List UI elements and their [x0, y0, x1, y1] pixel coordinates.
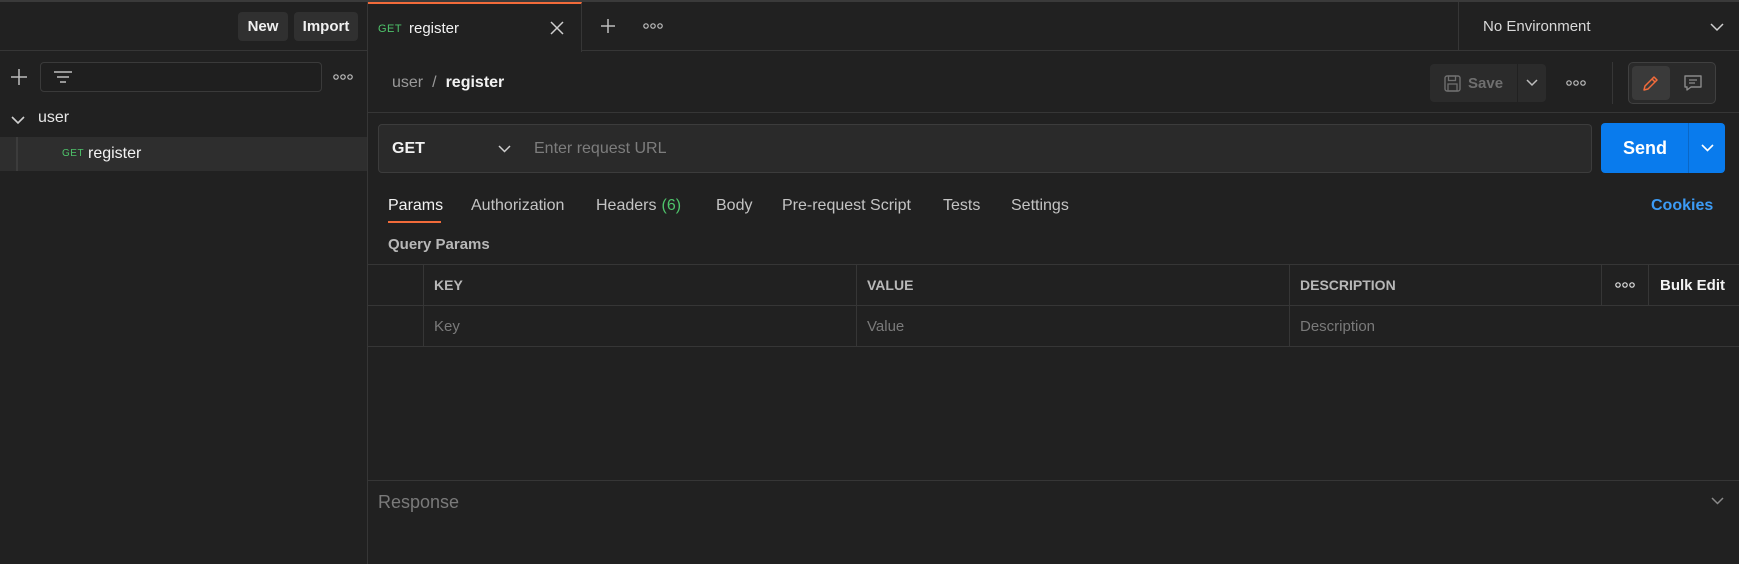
chevron-down-icon [497, 143, 511, 155]
breadcrumb-current: register [445, 74, 505, 91]
save-button[interactable]: Save [1430, 64, 1517, 102]
save-dropdown-button[interactable] [1518, 64, 1546, 102]
active-tab-indicator [388, 221, 441, 223]
query-params-title: Query Params [388, 235, 490, 253]
tree-item-label: register [88, 145, 142, 162]
chevron-down-icon [10, 112, 26, 128]
tab-settings[interactable]: Settings [1011, 192, 1069, 220]
tab-tests[interactable]: Tests [943, 192, 980, 220]
breadcrumb: user / register [392, 72, 504, 94]
table-column-divider [1648, 264, 1649, 305]
save-label: Save [1468, 74, 1504, 92]
tree-indent-guide [16, 137, 18, 171]
import-button[interactable]: Import [294, 12, 358, 41]
bulk-edit-button[interactable]: Bulk Edit [1660, 265, 1725, 305]
column-header-description: DESCRIPTION [1300, 277, 1396, 293]
tab-authorization[interactable]: Authorization [471, 192, 564, 220]
environment-select[interactable]: No Environment [1458, 2, 1739, 51]
edit-mode-button[interactable] [1632, 66, 1670, 100]
method-tag: GET [378, 23, 403, 35]
method-tag: GET [62, 148, 85, 159]
sidebar-more-icon[interactable] [330, 66, 356, 88]
table-column-divider [856, 264, 857, 347]
breadcrumb-parent[interactable]: user [392, 74, 423, 92]
breadcrumb-separator: / [432, 74, 437, 91]
send-dropdown-button[interactable] [1688, 123, 1725, 173]
tab-headers[interactable]: Headers (6) [596, 192, 681, 220]
new-tab-icon[interactable] [596, 14, 620, 38]
tab-label: register [409, 20, 460, 37]
filter-input[interactable] [40, 62, 322, 92]
cookies-link[interactable]: Cookies [1651, 192, 1713, 220]
pencil-icon [1643, 76, 1658, 91]
comment-icon [1684, 75, 1702, 91]
chevron-down-icon[interactable] [1708, 494, 1726, 508]
column-header-value: VALUE [867, 277, 914, 293]
close-icon[interactable] [548, 19, 566, 37]
filter-icon [52, 67, 74, 89]
send-button[interactable]: Send [1601, 123, 1689, 173]
request-more-icon[interactable] [1564, 74, 1588, 92]
description-input[interactable]: Description [1300, 306, 1375, 346]
table-more-icon[interactable] [1612, 276, 1638, 294]
table-column-divider [423, 264, 424, 347]
chevron-down-icon [1709, 20, 1725, 34]
tab-body[interactable]: Body [716, 192, 752, 220]
table-border-bottom [368, 346, 1739, 347]
header-divider [368, 112, 1739, 113]
add-collection-icon[interactable] [6, 64, 32, 90]
comment-mode-button[interactable] [1674, 66, 1712, 100]
table-column-divider [1601, 264, 1602, 305]
method-label: GET [392, 139, 425, 157]
chevron-down-icon [1526, 79, 1538, 87]
response-title[interactable]: Response [378, 490, 459, 514]
save-icon [1444, 74, 1461, 92]
tab-more-icon[interactable] [641, 16, 665, 36]
response-divider [368, 480, 1739, 481]
new-button[interactable]: New [238, 12, 288, 41]
table-border-top [368, 264, 1739, 265]
column-header-key: KEY [434, 277, 463, 293]
value-input[interactable]: Value [867, 306, 904, 346]
tab-params[interactable]: Params [388, 192, 443, 220]
chevron-down-icon [1700, 144, 1714, 152]
table-header-divider [368, 305, 1739, 306]
tab-headers-label: Headers [596, 197, 657, 214]
tree-item-user[interactable]: user [0, 106, 367, 134]
tab-pre-request-script[interactable]: Pre-request Script [782, 192, 911, 220]
sidebar-divider [0, 50, 367, 51]
method-select[interactable]: GET [378, 124, 523, 173]
url-input[interactable] [522, 124, 1592, 173]
key-input[interactable]: Key [434, 306, 460, 346]
tab-register[interactable]: GET register [368, 2, 582, 52]
tree-item-label: user [38, 109, 70, 126]
table-column-divider [1289, 264, 1290, 347]
headers-count-badge: (6) [661, 197, 682, 214]
tree-item-register[interactable]: GET register [0, 137, 367, 171]
toolbar-divider [1612, 62, 1613, 104]
environment-label: No Environment [1483, 18, 1591, 35]
